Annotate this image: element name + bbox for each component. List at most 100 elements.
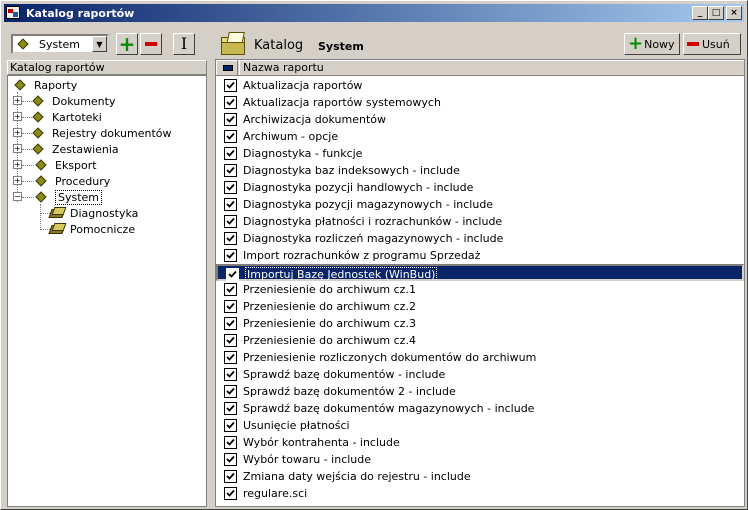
tree-item-diagnostyka[interactable]: Diagnostyka	[48, 205, 138, 221]
app-icon	[6, 6, 22, 20]
expand-icon[interactable]: +	[13, 144, 22, 153]
dropdown-arrow-icon[interactable]: ▼	[92, 36, 107, 52]
row-checkbox[interactable]	[224, 232, 237, 245]
tree-root[interactable]: Raporty	[14, 77, 78, 93]
row-checkbox[interactable]	[224, 79, 237, 92]
report-name: Zmiana daty wejścia do rejestru - includ…	[243, 470, 471, 483]
list-item[interactable]: Import rozrachunków z programu Sprzedaż	[216, 247, 744, 264]
row-checkbox[interactable]	[224, 215, 237, 228]
row-checkbox[interactable]	[224, 198, 237, 211]
row-checkbox[interactable]	[224, 181, 237, 194]
tree-item-dokumenty[interactable]: Dokumenty	[32, 93, 116, 109]
new-report-button[interactable]: + Nowy	[624, 33, 680, 55]
row-checkbox[interactable]	[224, 436, 237, 449]
collapse-icon[interactable]: −	[13, 192, 22, 201]
report-name: Przeniesienie do archiwum cz.1	[243, 283, 416, 296]
row-checkbox[interactable]	[224, 249, 237, 262]
tree-item-label: Kartoteki	[52, 110, 102, 124]
add-folder-button[interactable]: +	[116, 33, 138, 55]
report-name: Diagnostyka - funkcje	[243, 147, 363, 160]
list-item[interactable]: Aktualizacja raportów systemowych	[216, 94, 744, 111]
row-checkbox[interactable]	[224, 453, 237, 466]
row-checkbox[interactable]	[224, 96, 237, 109]
tree-item-kartoteki[interactable]: Kartoteki	[32, 109, 102, 125]
close-button[interactable]: ×	[726, 6, 742, 20]
tree-item-label: Dokumenty	[52, 94, 116, 108]
list-item[interactable]: Diagnostyka pozycji magazynowych - inclu…	[216, 196, 744, 213]
expand-icon[interactable]: +	[13, 112, 22, 121]
list-item[interactable]: Usunięcie płatności	[216, 417, 744, 434]
row-checkbox[interactable]	[224, 334, 237, 347]
catalog-value: System	[318, 40, 364, 53]
list-item[interactable]: Wybór towaru - include	[216, 451, 744, 468]
expand-icon[interactable]: +	[13, 96, 22, 105]
row-checkbox[interactable]	[224, 487, 237, 500]
list-item[interactable]: Aktualizacja raportów	[216, 77, 744, 94]
list-item[interactable]: regulare.sci	[216, 485, 744, 502]
row-checkbox[interactable]	[224, 283, 237, 296]
list-item[interactable]: Archiwum - opcje	[216, 128, 744, 145]
panel-splitter[interactable]	[209, 27, 213, 509]
list-item[interactable]: Sprawdź bazę dokumentów 2 - include	[216, 383, 744, 400]
row-checkbox[interactable]	[224, 317, 237, 330]
row-checkbox[interactable]	[224, 300, 237, 313]
expand-icon[interactable]: +	[13, 160, 22, 169]
list-item[interactable]: Diagnostyka pozycji handlowych - include	[216, 179, 744, 196]
column-name-header[interactable]: Nazwa raportu	[239, 60, 744, 75]
row-checkbox[interactable]	[224, 470, 237, 483]
list-item[interactable]: Wybór kontrahenta - include	[216, 434, 744, 451]
list-item[interactable]: Sprawdź bazę dokumentów magazynowych - i…	[216, 400, 744, 417]
rename-button[interactable]: I	[173, 33, 195, 55]
list-item[interactable]: Przeniesienie do archiwum cz.2	[216, 298, 744, 315]
delete-report-button[interactable]: Usuń	[683, 33, 741, 55]
row-checkbox[interactable]	[224, 368, 237, 381]
row-checkbox[interactable]	[224, 164, 237, 177]
expand-icon[interactable]: +	[13, 128, 22, 137]
row-checkbox[interactable]	[224, 419, 237, 432]
tree-item-label: Eksport	[55, 158, 97, 172]
column-checkbox-header[interactable]	[216, 60, 238, 75]
maximize-button[interactable]: □	[708, 6, 724, 20]
list-item[interactable]: Importuj Bazę Jednostek (WinBud)	[216, 264, 744, 282]
list-item[interactable]: Archiwizacja dokumentów	[216, 111, 744, 128]
list-item[interactable]: Sprawdź bazę dokumentów - include	[216, 366, 744, 383]
diamond-icon	[35, 175, 47, 187]
tree-item-eksport[interactable]: Eksport	[35, 157, 97, 173]
row-checkbox[interactable]	[224, 130, 237, 143]
report-list[interactable]: Nazwa raportu Aktualizacja raportów Aktua…	[215, 59, 745, 507]
diamond-icon	[35, 191, 47, 203]
row-checkbox[interactable]	[224, 113, 237, 126]
diamond-icon	[35, 159, 47, 171]
list-item[interactable]: Przeniesienie do archiwum cz.1	[216, 281, 744, 298]
window-title: Katalog raportów	[26, 6, 135, 20]
tree-item-procedury[interactable]: Procedury	[35, 173, 110, 189]
title-bar[interactable]: Katalog raportów _ □ ×	[4, 4, 744, 22]
list-item[interactable]: Diagnostyka baz indeksowych - include	[216, 162, 744, 179]
list-item[interactable]: Diagnostyka - funkcje	[216, 145, 744, 162]
list-item[interactable]: Diagnostyka płatności i rozrachunków - i…	[216, 213, 744, 230]
list-item[interactable]: Przeniesienie do archiwum cz.3	[216, 315, 744, 332]
list-item[interactable]: Diagnostyka rozliczeń magazynowych - inc…	[216, 230, 744, 247]
tree-item-system[interactable]: System	[35, 189, 103, 205]
expand-icon[interactable]: +	[13, 176, 22, 185]
row-checkbox[interactable]	[224, 147, 237, 160]
tree-item-rejestry[interactable]: Rejestry dokumentów	[32, 125, 172, 141]
list-header: Nazwa raportu	[216, 60, 744, 76]
remove-folder-button[interactable]	[140, 33, 162, 55]
row-checkbox[interactable]	[224, 351, 237, 364]
tree-root-label: Raporty	[34, 78, 78, 92]
row-checkbox[interactable]	[226, 268, 239, 281]
book-icon	[48, 223, 67, 235]
report-name: Import rozrachunków z programu Sprzedaż	[243, 249, 481, 262]
list-item[interactable]: Przeniesienie do archiwum cz.4	[216, 332, 744, 349]
tree-item-label: System	[55, 189, 103, 205]
row-checkbox[interactable]	[224, 402, 237, 415]
list-item[interactable]: Przeniesienie rozliczonych dokumentów do…	[216, 349, 744, 366]
minimize-button[interactable]: _	[692, 6, 708, 20]
row-checkbox[interactable]	[224, 385, 237, 398]
list-item[interactable]: Zmiana daty wejścia do rejestru - includ…	[216, 468, 744, 485]
tree-item-zestawienia[interactable]: Zestawienia	[32, 141, 119, 157]
catalog-tree[interactable]: Raporty + Dokumenty + Kartoteki + Rejest…	[7, 75, 207, 507]
tree-item-pomocnicze[interactable]: Pomocnicze	[48, 221, 135, 237]
catalog-selector[interactable]: System ▼	[11, 34, 109, 54]
